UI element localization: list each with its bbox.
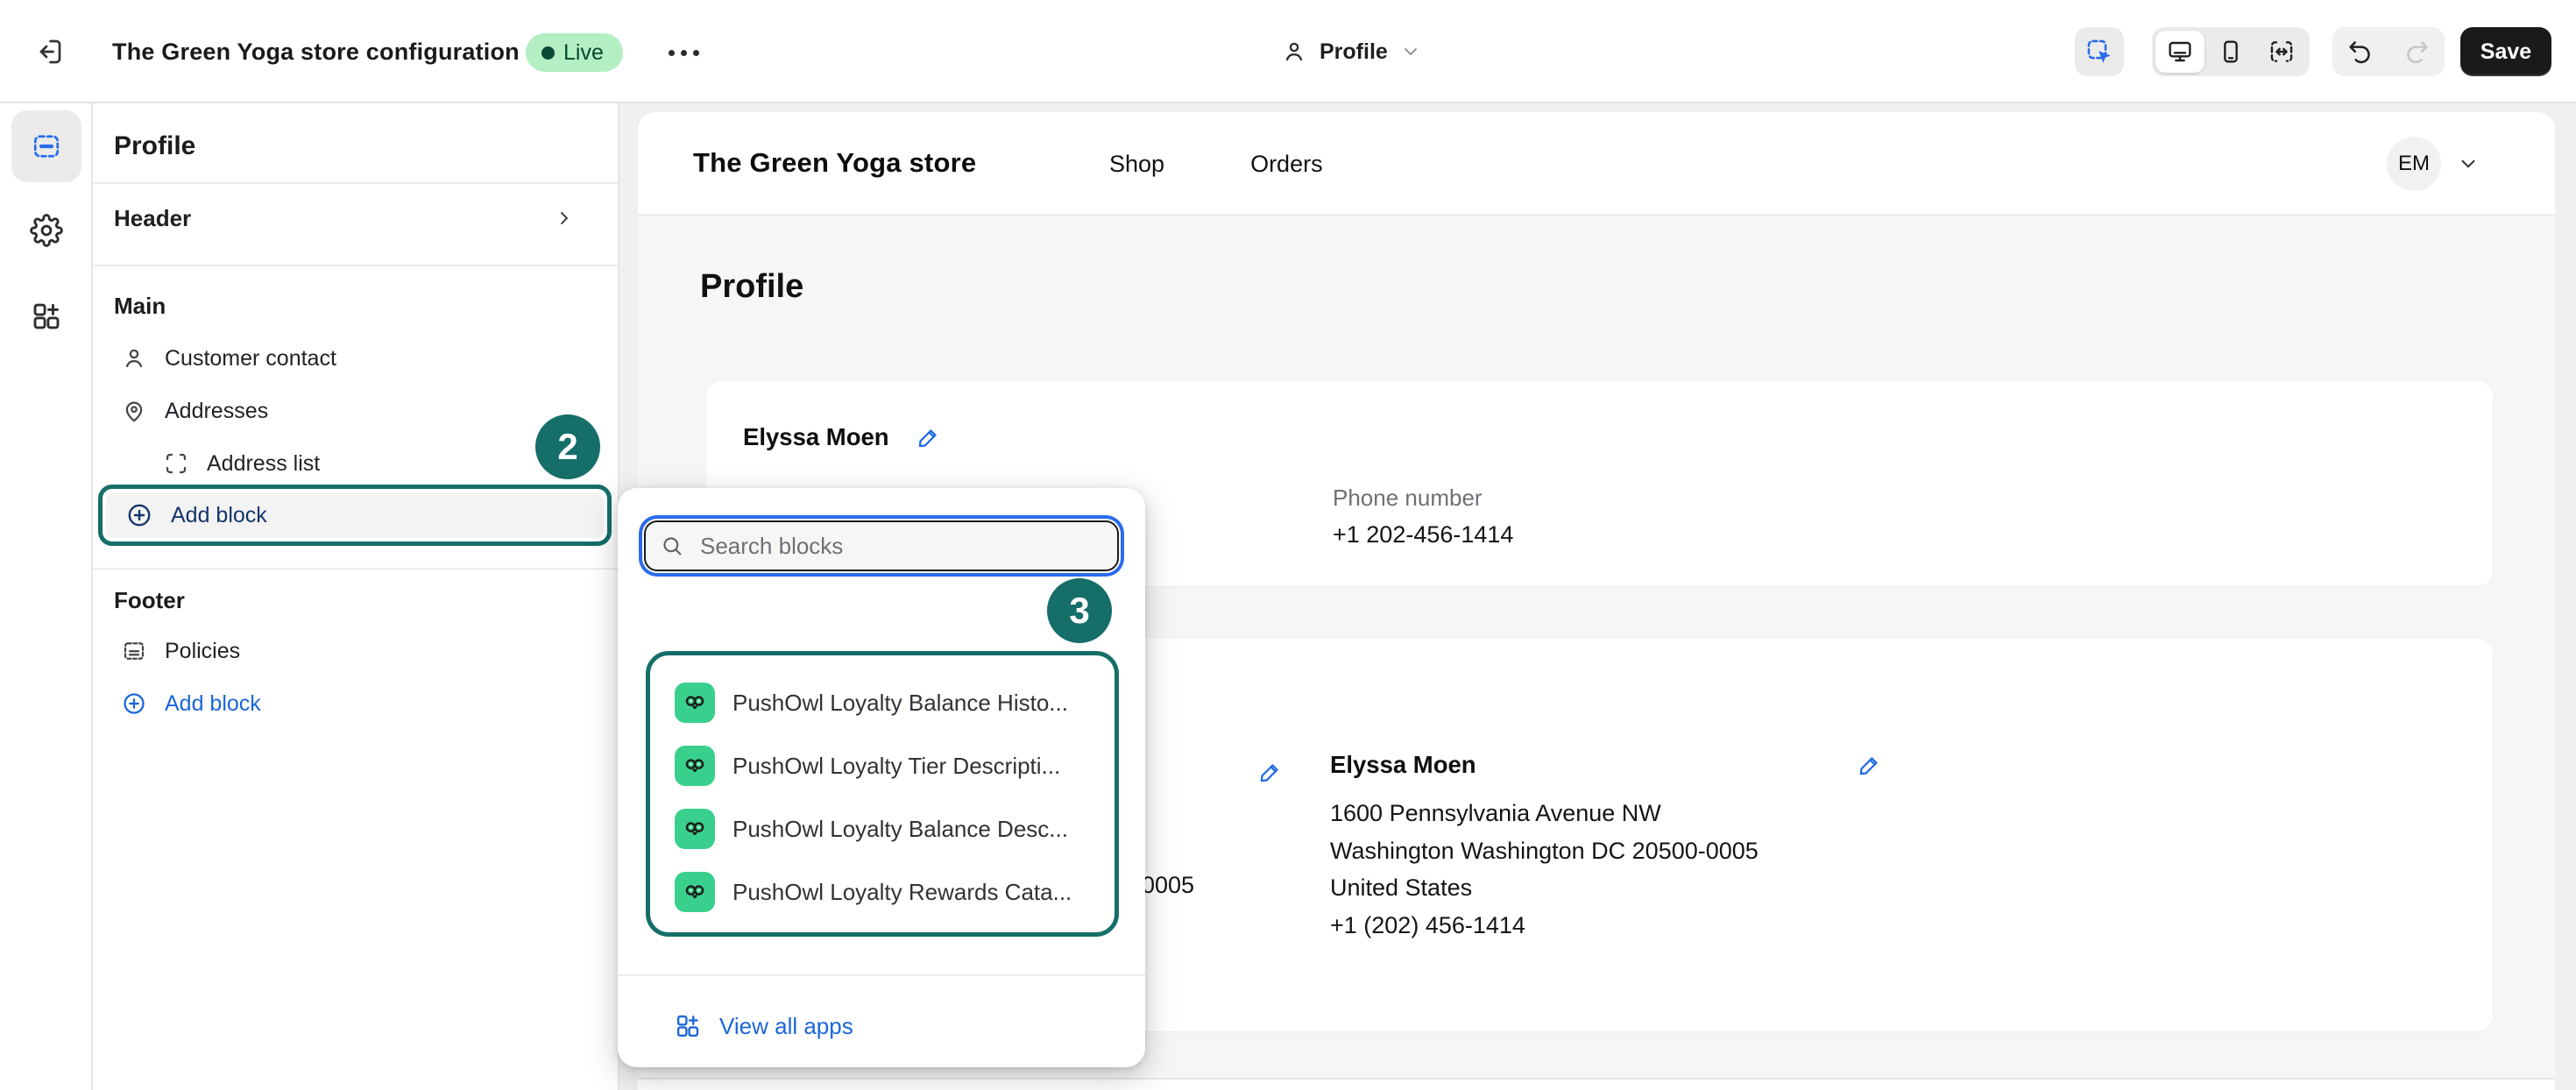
chevron-down-icon xyxy=(1400,41,1421,62)
pushowl-app-icon xyxy=(675,683,715,723)
sidebar-item-addresses[interactable]: Addresses xyxy=(105,386,606,436)
full-width-view-button[interactable] xyxy=(2257,31,2306,73)
configuration-title: The Green Yoga store configuration xyxy=(112,39,520,66)
undo-button[interactable] xyxy=(2345,37,2374,67)
chevron-down-icon xyxy=(2457,152,2480,175)
chevron-right-icon xyxy=(554,208,575,229)
topbar: The Green Yoga store configuration Live … xyxy=(0,0,2576,103)
sections-sidebar: Profile Header Main Customer contact Add… xyxy=(93,103,619,1090)
app-blocks-list-highlighted: PushOwl Loyalty Balance Histo... PushOwl… xyxy=(646,651,1119,937)
apps-tab-button[interactable] xyxy=(30,300,63,333)
apps-icon xyxy=(674,1012,702,1040)
edit-address-icon[interactable] xyxy=(1856,753,1882,779)
sidebar-item-header[interactable]: Header xyxy=(105,188,606,249)
device-preview-toggle xyxy=(2152,27,2310,76)
preview-header: The Green Yoga store Shop Orders EM xyxy=(638,112,2555,216)
sidebar-item-policies[interactable]: Policies xyxy=(105,626,606,676)
phone-value: +1 202-456-1414 xyxy=(1333,521,1513,549)
redo-button[interactable] xyxy=(2403,37,2432,67)
pushowl-app-icon xyxy=(675,746,715,786)
edit-name-icon[interactable] xyxy=(915,425,941,451)
search-blocks-input[interactable] xyxy=(644,520,1119,571)
add-block-popover: PushOwl Loyalty Balance Histo... PushOwl… xyxy=(618,488,1145,1067)
block-item[interactable]: PushOwl Loyalty Tier Descripti... xyxy=(650,734,1115,797)
mobile-view-button[interactable] xyxy=(2206,31,2255,73)
plus-circle-icon xyxy=(121,690,147,717)
address-lines: 1600 Pennsylvania Avenue NW Washington W… xyxy=(1330,795,1759,944)
inspect-tool-button[interactable] xyxy=(2075,27,2124,76)
customer-name: Elyssa Moen xyxy=(743,423,889,451)
preview-bottom-strip xyxy=(638,1078,2555,1090)
add-block-button-highlighted[interactable]: Add block xyxy=(98,485,612,546)
phone-label: Phone number xyxy=(1333,485,1483,512)
editor-rail xyxy=(0,103,93,1090)
preview-page-title: Profile xyxy=(700,268,803,306)
pushowl-app-icon xyxy=(675,872,715,912)
store-name[interactable]: The Green Yoga store xyxy=(693,147,976,179)
preview-nav: Shop Orders xyxy=(1109,151,1323,178)
block-item[interactable]: PushOwl Loyalty Balance Histo... xyxy=(650,671,1115,734)
block-corners-icon xyxy=(163,450,189,477)
pushowl-app-icon xyxy=(675,809,715,849)
sidebar-title: Profile xyxy=(114,131,195,161)
profile-person-icon xyxy=(1281,39,1307,65)
page-selector-dropdown[interactable]: Profile xyxy=(1281,26,1421,77)
policies-icon xyxy=(121,638,147,664)
account-menu[interactable]: EM xyxy=(2387,137,2480,191)
sidebar-item-customer-contact[interactable]: Customer contact xyxy=(105,333,606,384)
sections-tab-button[interactable] xyxy=(11,110,81,182)
view-all-apps-link[interactable]: View all apps xyxy=(674,1002,853,1051)
save-button[interactable]: Save xyxy=(2460,27,2551,76)
main-section-label: Main xyxy=(114,293,166,320)
footer-section-label: Footer xyxy=(114,587,185,614)
address-name: Elyssa Moen xyxy=(1330,751,1476,779)
search-blocks-field xyxy=(644,520,1119,571)
live-dot-icon xyxy=(541,46,555,60)
plus-circle-icon xyxy=(125,501,153,529)
step-2-badge: 2 xyxy=(535,414,600,479)
edit-address-icon[interactable] xyxy=(1256,760,1283,786)
exit-editor-icon[interactable] xyxy=(33,36,65,67)
nav-shop-link[interactable]: Shop xyxy=(1109,151,1164,178)
avatar: EM xyxy=(2387,137,2441,191)
live-status-badge: Live xyxy=(526,33,623,72)
sidebar-item-address-list[interactable]: Address list xyxy=(105,438,606,489)
more-actions-button[interactable] xyxy=(659,35,708,70)
settings-tab-button[interactable] xyxy=(30,214,63,247)
person-icon xyxy=(121,345,147,372)
block-item[interactable]: PushOwl Loyalty Balance Desc... xyxy=(650,797,1115,860)
location-pin-icon xyxy=(121,398,147,424)
footer-add-block-button[interactable]: Add block xyxy=(105,678,606,729)
block-item[interactable]: PushOwl Loyalty Rewards Cata... xyxy=(650,860,1115,924)
desktop-view-button[interactable] xyxy=(2155,31,2204,73)
step-3-badge: 3 xyxy=(1047,578,1112,643)
nav-orders-link[interactable]: Orders xyxy=(1250,151,1323,178)
history-controls xyxy=(2332,27,2445,76)
